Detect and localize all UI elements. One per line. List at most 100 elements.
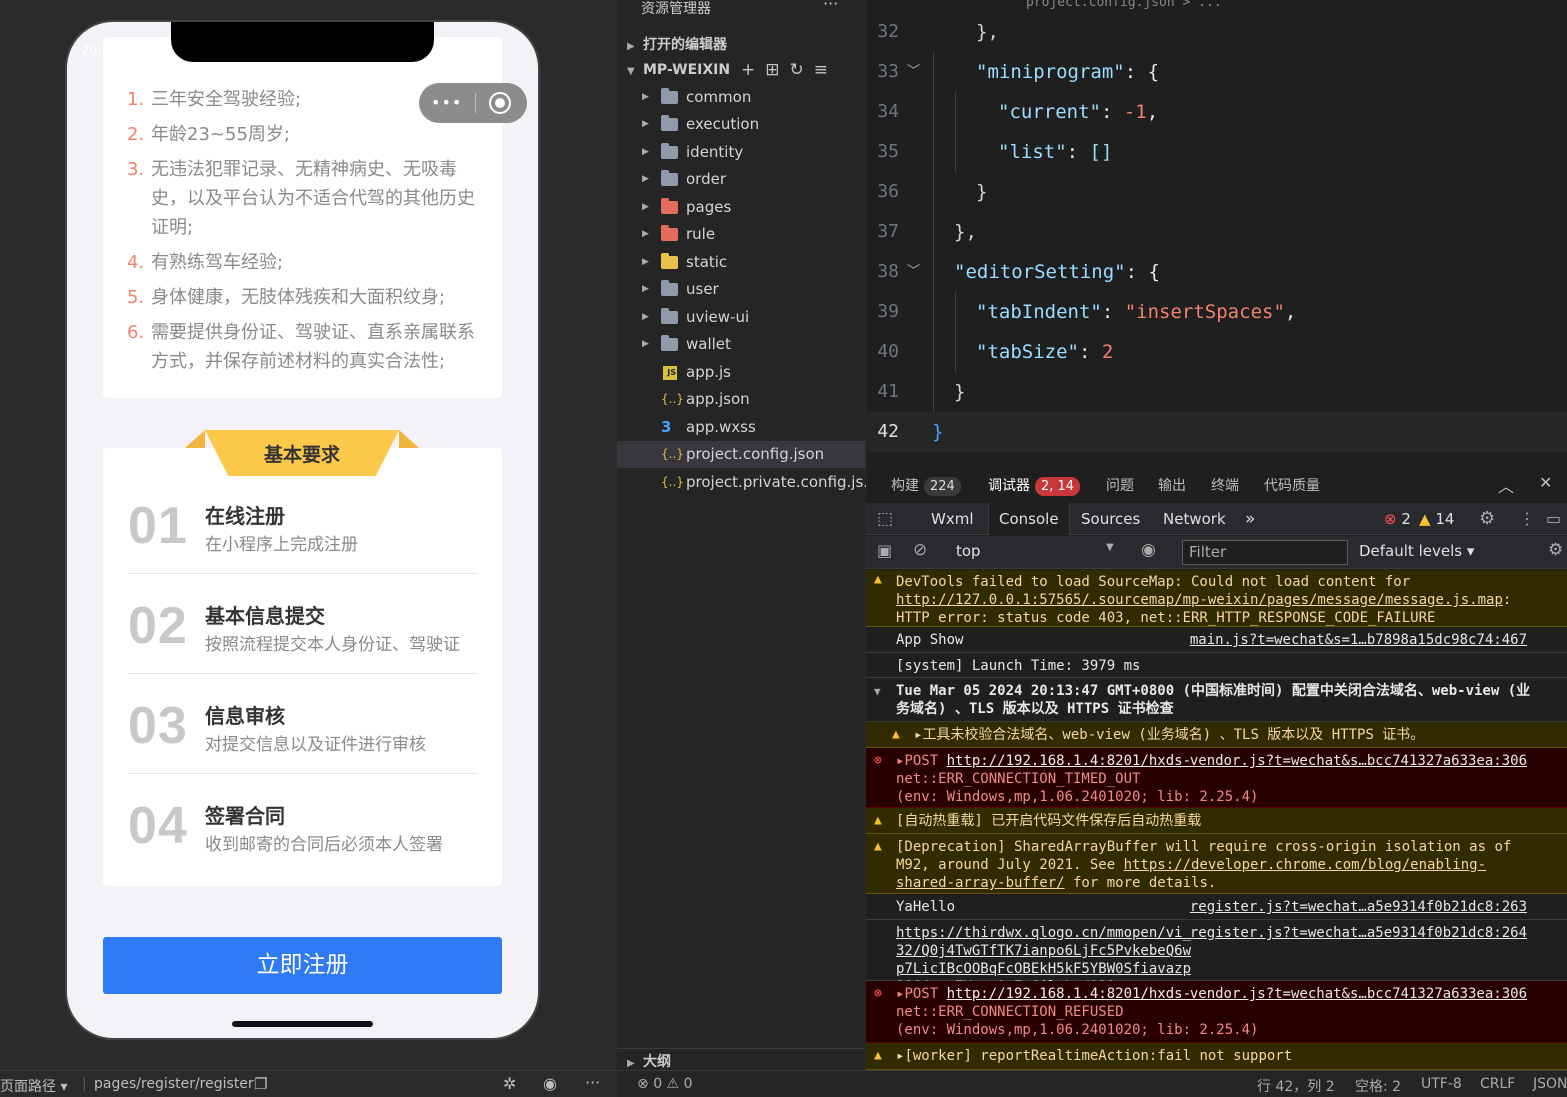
tab-console[interactable]: Console xyxy=(988,503,1070,535)
fold-chevron-icon[interactable]: ﹀ xyxy=(907,52,920,92)
expand-message[interactable]: ▸[worker] reportRealtimeAction:fail not … xyxy=(896,1047,1292,1065)
warning-count[interactable]: ▲ 14 xyxy=(1419,503,1454,535)
css-file-icon: 3 xyxy=(661,418,672,436)
tree-folder-pages[interactable]: ▶ pages xyxy=(617,194,865,221)
capsule-divider xyxy=(475,93,476,113)
error-icon: ⊗ xyxy=(874,753,882,768)
new-folder-icon[interactable]: ⊞ xyxy=(765,60,789,80)
tree-folder-execution[interactable]: ▶ execution xyxy=(617,111,865,138)
folder-icon xyxy=(661,335,678,351)
tree-file-app-json[interactable]: {..} app.json xyxy=(617,386,865,413)
tree-folder-identity[interactable]: ▶ identity xyxy=(617,139,865,166)
outline-section[interactable]: ▶ 大纲 xyxy=(617,1048,865,1070)
json-file-icon: {..} xyxy=(661,447,684,461)
tree-file-project-private-config[interactable]: {..} project.private.config.js... xyxy=(617,469,878,496)
tree-folder-order[interactable]: ▶ order xyxy=(617,166,865,193)
cursor-position[interactable]: 行 42，列 2 xyxy=(1257,1076,1335,1096)
chevron-right-icon: ▶ xyxy=(627,1058,635,1069)
source-link[interactable]: main.js?t=wechat&s=1…b7898a15dc98c74:467 xyxy=(1190,631,1527,649)
tree-folder-common[interactable]: ▶ common xyxy=(617,84,865,111)
indentation[interactable]: 空格: 2 xyxy=(1355,1076,1401,1096)
page-path-label[interactable]: 页面路径 ▾ xyxy=(0,1076,67,1096)
dock-icon[interactable]: ▭ xyxy=(1546,503,1561,535)
tab-wxml[interactable]: Wxml xyxy=(931,503,974,535)
error-count[interactable]: ⊗ 2 xyxy=(1384,503,1411,535)
tab-terminal[interactable]: 终端 xyxy=(1211,475,1239,495)
register-button[interactable]: 立即注册 xyxy=(103,937,502,994)
collapse-icon[interactable]: ≡ xyxy=(814,60,838,80)
code-line: 37}, xyxy=(877,221,977,243)
new-file-icon[interactable]: + xyxy=(741,60,765,80)
more-icon[interactable]: ··· xyxy=(585,1073,600,1092)
gear-icon[interactable]: ⚙ xyxy=(1548,540,1563,560)
step-item: 04 签署合同 收到邮寄的合同后必须本人签署 xyxy=(128,774,478,874)
kebab-icon[interactable]: ⋮ xyxy=(1519,503,1535,535)
eye-icon[interactable]: ◉ xyxy=(1141,540,1156,560)
source-link[interactable]: register.js?t=wechat…a5e9314f0b21dc8:263 xyxy=(1190,898,1527,916)
tree-folder-user[interactable]: ▶ user xyxy=(617,276,865,303)
tree-file-app-js[interactable]: JS app.js xyxy=(617,359,865,386)
tree-file-app-wxss[interactable]: 3 app.wxss xyxy=(617,414,865,441)
more-tabs-icon[interactable]: » xyxy=(1245,503,1255,535)
chevron-down-icon[interactable]: ▼ xyxy=(874,683,881,701)
language-mode[interactable]: JSON xyxy=(1533,1076,1567,1092)
chevron-down-icon[interactable]: ▼ xyxy=(1106,542,1114,553)
tree-folder-wallet[interactable]: ▶ wallet xyxy=(617,331,865,358)
tab-sources[interactable]: Sources xyxy=(1081,503,1140,535)
close-circle-icon[interactable] xyxy=(489,92,511,114)
tab-network[interactable]: Network xyxy=(1163,503,1226,535)
close-icon[interactable]: ✕ xyxy=(1539,473,1552,492)
tab-code-quality[interactable]: 代码质量 xyxy=(1264,475,1320,495)
refresh-icon[interactable]: ↻ xyxy=(790,60,814,80)
eye-icon[interactable]: ◉ xyxy=(543,1074,557,1093)
tree-file-project-config[interactable]: {..} project.config.json xyxy=(617,441,865,468)
error-icon: ⊗ xyxy=(1384,510,1397,528)
tab-debugger[interactable]: 调试器 2, 14 xyxy=(988,475,1081,496)
editor-breadcrumb: project.config.json > ... xyxy=(866,0,1567,12)
more-icon[interactable]: ··· xyxy=(823,0,838,13)
json-file-icon: {..} xyxy=(661,392,684,406)
step-number: 04 xyxy=(128,797,188,855)
log-levels-select[interactable]: Default levels ▾ xyxy=(1359,542,1474,560)
gear-icon[interactable]: ⚙ xyxy=(1479,503,1495,535)
tab-output[interactable]: 输出 xyxy=(1158,475,1186,495)
tree-folder-uview-ui[interactable]: ▶ uview-ui xyxy=(617,304,865,331)
console-message: ▲ ▸工具未校验合法域名、web-view (业务域名) 、TLS 版本以及 H… xyxy=(866,722,1567,748)
bug-icon[interactable]: ✲ xyxy=(503,1074,516,1093)
source-link[interactable]: vendor.js?t=wechat&s…bcc741327a633ea:306 xyxy=(1189,752,1527,770)
expand-message[interactable]: ▸工具未校验合法域名、web-view (业务域名) 、TLS 版本以及 HTT… xyxy=(914,726,1424,744)
js-file-icon: JS xyxy=(663,366,677,380)
console-group[interactable]: ▼ Tue Mar 05 2024 20:13:47 GMT+0800 (中国标… xyxy=(866,678,1567,722)
problems-indicator[interactable]: ⊗ 0 ⚠ 0 xyxy=(637,1076,692,1092)
source-link[interactable]: register.js?t=wechat…a5e9314f0b21dc8:264 xyxy=(1190,924,1527,942)
step-title: 信息审核 xyxy=(205,704,285,728)
console-error: ⊗ ▸POST http://192.168.1.4:8201/hxds-dri… xyxy=(866,981,1567,1043)
context-select[interactable]: top xyxy=(956,542,981,560)
step-desc: 收到邮寄的合同后必须本人签署 xyxy=(205,835,443,855)
explorer-title: 资源管理器 xyxy=(641,1,711,17)
clear-console-icon[interactable]: ⊘ xyxy=(913,540,927,560)
inspect-icon[interactable]: ⬚ xyxy=(877,503,893,535)
copy-icon[interactable]: ❐ xyxy=(254,1075,267,1093)
filter-input[interactable]: Filter xyxy=(1182,540,1348,565)
steps-card: 01 在线注册 在小程序上完成注册 02 基本信息提交 按照流程提交本人身份证、… xyxy=(103,448,502,886)
page-path: pages/register/register xyxy=(94,1076,254,1092)
source-link[interactable]: vendor.js?t=wechat&s…bcc741327a633ea:306 xyxy=(1189,985,1527,1003)
code-editor[interactable]: project.config.json > ... 32}, 33 ﹀ "minip… xyxy=(866,0,1567,465)
chevron-up-icon[interactable]: ︿ xyxy=(1498,473,1514,497)
code-line: 33 ﹀ "miniprogram": { xyxy=(866,52,1567,92)
more-dots-icon[interactable]: ••• xyxy=(431,95,462,111)
tab-build[interactable]: 构建 224 xyxy=(891,475,961,496)
tree-folder-rule[interactable]: ▶ rule xyxy=(617,221,865,248)
open-editors-section[interactable]: ▶ 打开的编辑器 xyxy=(627,34,727,54)
tree-folder-static[interactable]: ▶ static xyxy=(617,249,865,276)
list-item: 6. 需要提供身份证、驾驶证、直系亲属联系方式，并保存前述材料的真实合法性; xyxy=(127,322,475,372)
project-section[interactable]: ▼ MP-WEIXIN xyxy=(627,62,730,78)
line-ending[interactable]: CRLF xyxy=(1480,1076,1515,1092)
sidebar-toggle-icon[interactable]: ▣ xyxy=(877,541,892,560)
code-line: 32}, xyxy=(877,21,999,43)
fold-chevron-icon[interactable]: ﹀ xyxy=(907,252,920,292)
encoding[interactable]: UTF-8 xyxy=(1421,1076,1462,1092)
tab-issues[interactable]: 问题 xyxy=(1106,475,1134,495)
miniprogram-capsule[interactable]: ••• xyxy=(419,83,527,123)
